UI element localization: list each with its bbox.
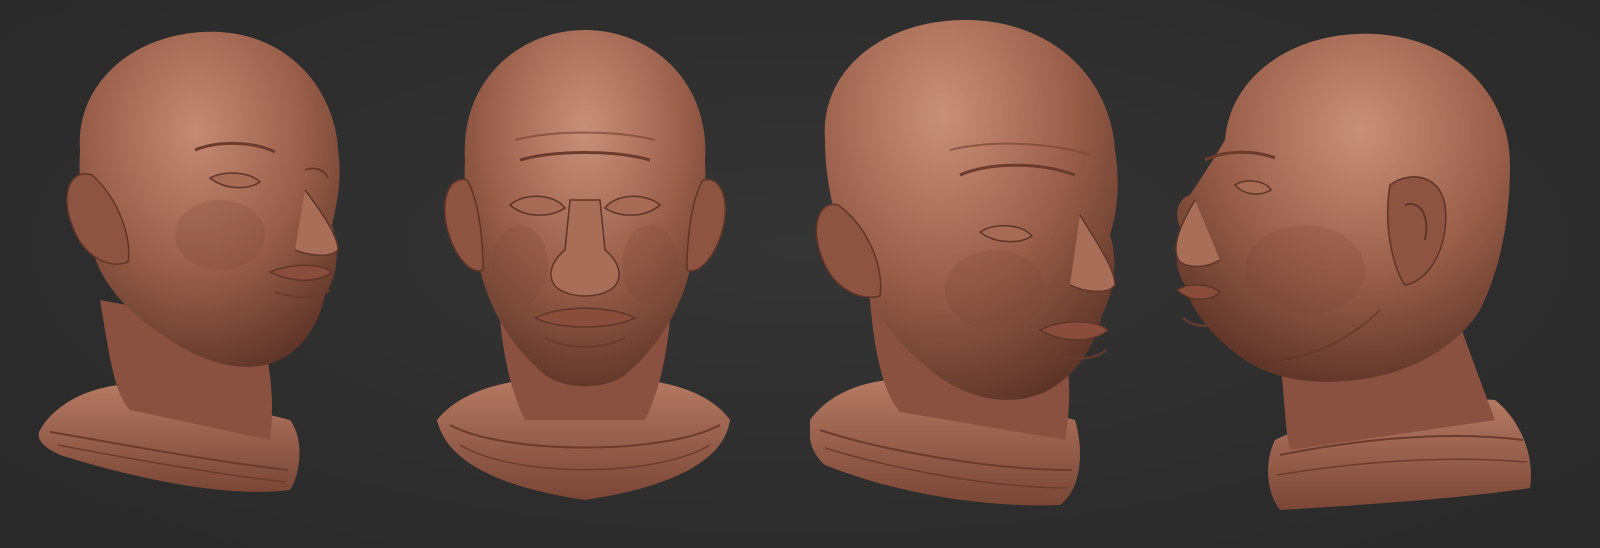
head-sculpt-front-icon (437, 30, 730, 500)
head-view-three-quarter-right (20, 0, 360, 548)
head-sculpt-three-quarter-icon (38, 31, 340, 492)
head-view-profile-left (1165, 0, 1555, 548)
head-sculpt-three-quarter-icon (810, 19, 1118, 506)
cranium (1176, 33, 1510, 382)
head-view-front (425, 0, 745, 548)
sculpt-turnaround-canvas (0, 0, 1600, 548)
cranium (824, 19, 1118, 400)
head-view-three-quarter-low (810, 0, 1150, 548)
head-sculpt-profile-icon (1175, 33, 1531, 510)
